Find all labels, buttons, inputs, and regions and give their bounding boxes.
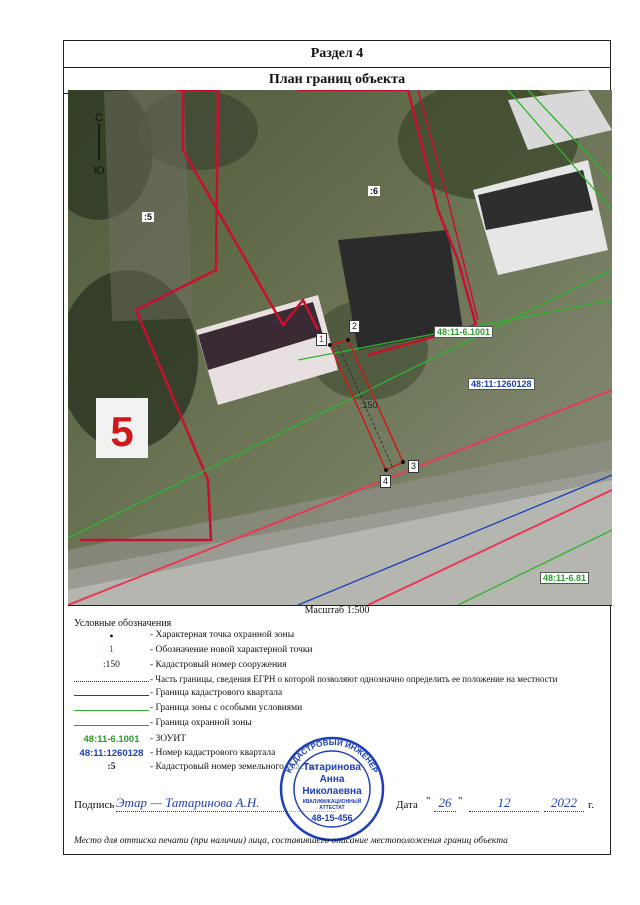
date-year: 2022 (544, 795, 584, 812)
seal-name-3: Николаевна (302, 786, 362, 797)
legend-row: - Часть границы, сведения ЕГРН о которой… (74, 674, 604, 688)
section-title: Раздел 4 (64, 41, 610, 68)
date-month: 12 (469, 795, 539, 812)
new-point-symbol: 1 (109, 645, 114, 655)
map-canvas: 5 С Ю (68, 90, 612, 605)
quarter-code-symbol: 48:11:1260128 (79, 748, 144, 759)
legend-text: - Граница кадастрового квартала (150, 688, 283, 698)
structure-label: :150 (360, 400, 378, 410)
year-suffix: г. (588, 799, 595, 811)
point-label: 2 (349, 320, 361, 333)
seal-cert: КВАЛИФИКАЦИОННЫЙ АТТЕСТАТ (302, 799, 362, 811)
legend-text: - Граница охранной зоны (150, 718, 252, 728)
zone-label: 48:11-6.1001 (434, 326, 494, 338)
seal-stamp: КАДАСТРОВЫЙ ИНЖЕНЕР Татаринова Анна Нико… (278, 735, 386, 843)
map-scale: Масштаб 1:500 (304, 605, 370, 616)
legend-text: - Граница зоны с особыми условиями (150, 703, 303, 713)
legend-row: • - Характерная точка охранной зоны (74, 630, 604, 644)
compass-north: С (95, 112, 103, 124)
quarter-line-symbol (74, 695, 149, 696)
zone-label: 48:11-6.81 (540, 572, 590, 584)
legend-row: - Граница кадастрового квартала (74, 688, 604, 702)
legend-row: - Граница охранной зоны (74, 718, 604, 732)
stamp-note: Место для оттиска печати (при наличии) л… (74, 836, 508, 846)
quarter-label: 48:11:1260128 (468, 378, 535, 390)
dotted-line-symbol (74, 681, 149, 682)
point-label: 1 (316, 333, 328, 346)
signature-label: Подпись (74, 799, 115, 811)
date-label: Дата (396, 799, 418, 811)
legend-row: - Граница зоны с особыми условиями (74, 703, 604, 717)
point-label: 4 (380, 475, 392, 488)
point-symbol: • (109, 629, 114, 643)
legend-text: - Обозначение новой характерной точки (150, 645, 313, 655)
parcel-label: :6 (368, 186, 381, 196)
legend-row: :150 - Кадастровый номер сооружения (74, 660, 604, 674)
seal-name-1: Татаринова (303, 762, 361, 773)
legend-text: - Кадастровый номер сооружения (150, 660, 287, 670)
parcel-code-symbol: :5 (107, 762, 116, 772)
legend-title: Условные обозначения (74, 618, 172, 629)
compass-south: Ю (93, 165, 104, 177)
structure-symbol: :150 (103, 660, 120, 670)
legend-text: - Часть границы, сведения ЕГРН о которой… (150, 674, 558, 684)
legend-text: - ЗОУИТ (150, 734, 187, 744)
point-label: 3 (408, 460, 420, 473)
zone-code-symbol: 48:11-6.1001 (83, 734, 140, 745)
legend-text: - Номер кадастрового квартала (150, 748, 276, 758)
house-number: 5 (110, 408, 133, 455)
seal-cert-no: 48-15-456 (311, 813, 353, 823)
legend-text: - Характерная точка охранной зоны (150, 630, 295, 640)
parcel-label: :5 (142, 212, 155, 222)
date-day: 26 (434, 795, 456, 812)
legend-row: 1 - Обозначение новой характерной точки (74, 645, 604, 659)
protect-line-symbol (74, 725, 149, 726)
seal-name-2: Анна (319, 774, 345, 785)
zone-line-symbol (74, 710, 149, 711)
aerial-map: 5 С Ю :5 :6 1 2 3 4 :150 48:11-6.1001 48… (68, 90, 612, 606)
